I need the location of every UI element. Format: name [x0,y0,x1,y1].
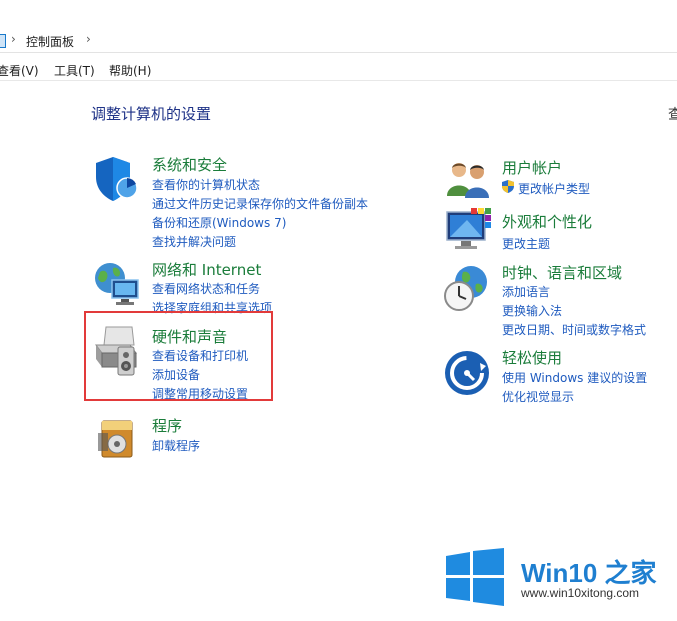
chevron-right-icon[interactable]: › [86,32,91,46]
link-optimize-visual-display[interactable]: 优化视觉显示 [502,388,574,405]
menu-bar: 查看(V) 工具(T) 帮助(H) [0,52,677,81]
link-windows-suggested-settings[interactable]: 使用 Windows 建议的设置 [502,369,647,386]
link-network-status[interactable]: 查看网络状态和任务 [152,280,260,297]
clock-language-title[interactable]: 时钟、语言和区域 [502,262,622,283]
programs-icon [98,420,133,458]
ease-of-access-icon [445,351,489,395]
uac-shield-icon [502,180,514,193]
view-by-label[interactable]: 查 [668,104,677,124]
shield-icon [96,157,138,201]
windows-logo-icon [446,548,504,606]
link-view-computer-status[interactable]: 查看你的计算机状态 [152,176,260,193]
network-title[interactable]: 网络和 Internet [152,259,261,280]
clock-globe-icon [444,266,487,311]
page-title: 调整计算机的设置 [91,105,212,123]
menu-view[interactable]: 查看(V) [0,62,39,79]
user-accounts-icon [447,163,489,198]
watermark-url: www.win10xitong.com [521,586,640,600]
link-change-input-method[interactable]: 更换输入法 [502,302,562,319]
link-add-language[interactable]: 添加语言 [502,283,550,300]
breadcrumb-control-panel[interactable]: 控制面板 [26,33,74,50]
watermark-title: Win10 之家 [521,558,657,588]
user-accounts-title[interactable]: 用户帐户 [502,157,562,178]
link-change-date-time-format[interactable]: 更改日期、时间或数字格式 [502,321,646,338]
link-uninstall-program[interactable]: 卸载程序 [152,437,200,454]
appearance-icon [446,208,491,249]
appearance-title[interactable]: 外观和个性化 [502,211,592,232]
link-file-history-backup[interactable]: 通过文件历史记录保存你的文件备份副本 [152,195,368,212]
computer-icon [0,34,6,48]
link-change-theme[interactable]: 更改主题 [502,235,550,252]
network-globe-icon [95,263,139,305]
link-backup-restore[interactable]: 备份和还原(Windows 7) [152,214,286,231]
system-security-title[interactable]: 系统和安全 [152,154,227,175]
menu-tools[interactable]: 工具(T) [54,62,95,79]
address-bar[interactable]: › 控制面板 › [0,30,677,53]
programs-title[interactable]: 程序 [152,415,182,436]
chevron-right-icon: › [11,32,16,46]
link-troubleshoot[interactable]: 查找并解决问题 [152,233,236,250]
link-change-account-type[interactable]: 更改帐户类型 [518,180,590,197]
ease-of-access-title[interactable]: 轻松使用 [502,347,562,368]
highlight-box [84,311,273,401]
menu-help[interactable]: 帮助(H) [109,62,151,79]
